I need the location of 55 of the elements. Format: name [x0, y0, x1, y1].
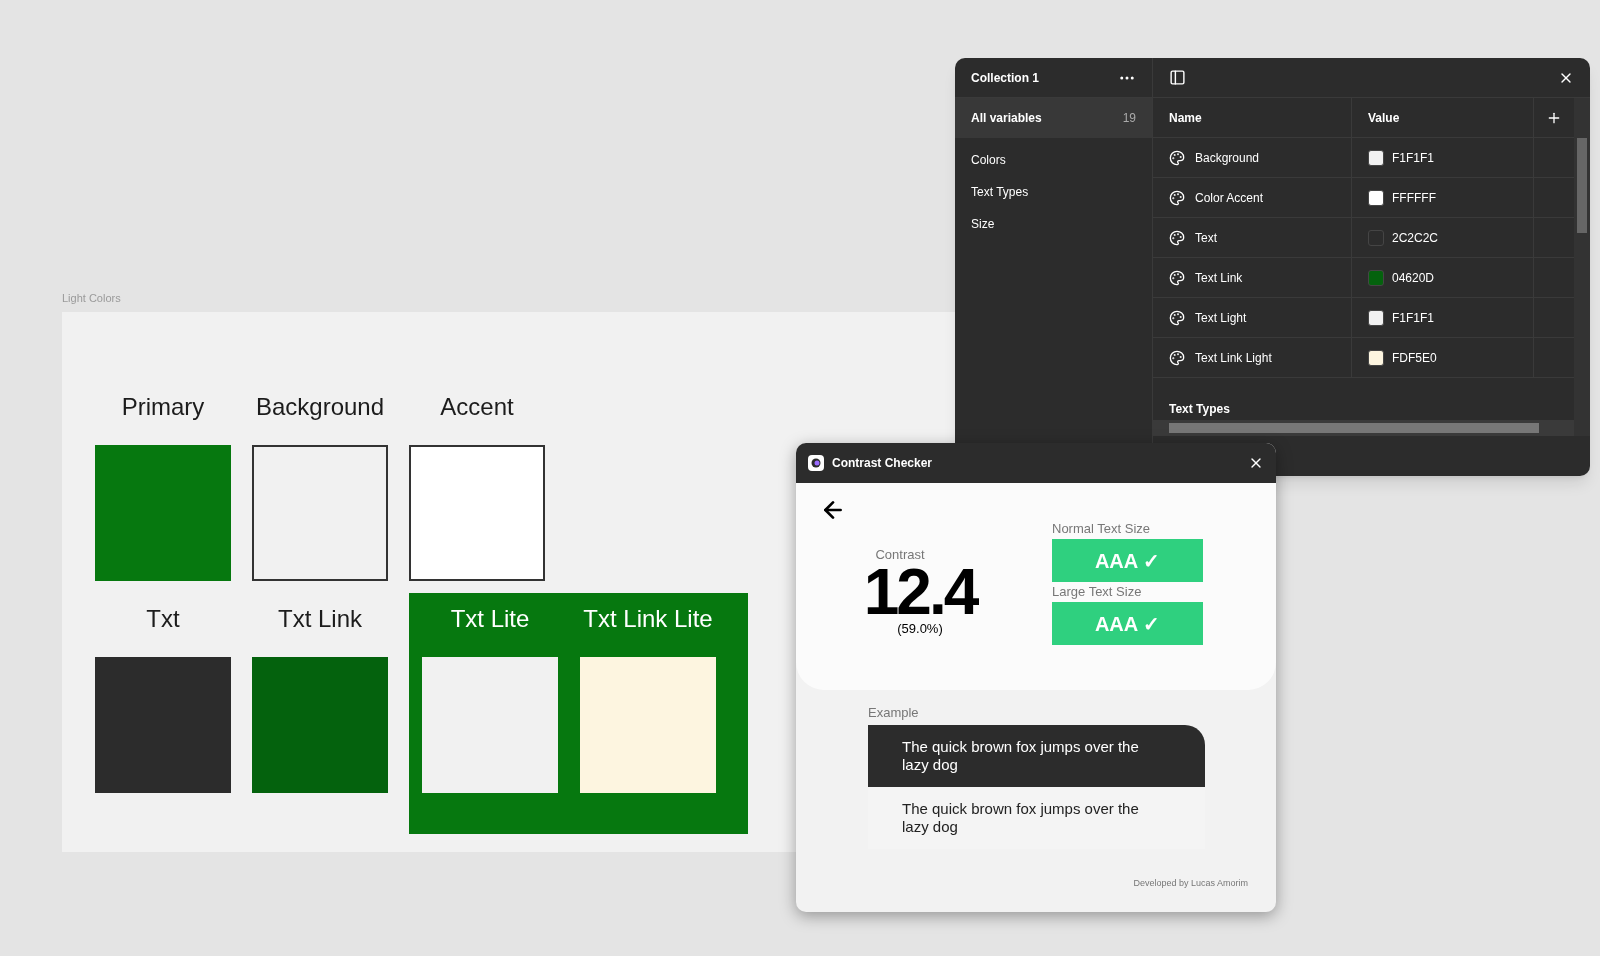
palette-icon — [1169, 349, 1185, 366]
palette-icon — [1169, 229, 1185, 246]
color-chip[interactable] — [1368, 229, 1384, 246]
sidebar-item[interactable]: Text Types — [955, 176, 1152, 208]
variable-name[interactable]: Color Accent — [1195, 188, 1264, 207]
palette-icon — [1169, 149, 1185, 166]
section-heading: Text Types — [1169, 401, 1230, 418]
column-header: Name — [1153, 98, 1352, 137]
swatch-label: Primary — [121, 392, 205, 422]
variable-value[interactable]: 04620D — [1392, 268, 1435, 287]
color-chip[interactable] — [1368, 269, 1384, 286]
variable-value[interactable]: F1F1F1 — [1392, 308, 1434, 327]
variable-value[interactable]: FFFFFF — [1392, 188, 1436, 207]
variable-name[interactable]: Background — [1195, 148, 1260, 167]
sidebar-toggle-icon[interactable] — [1169, 69, 1186, 86]
color-chip[interactable] — [1368, 189, 1384, 206]
contrast-label: Contrast — [875, 546, 925, 564]
horizontal-scrollbar[interactable] — [1153, 420, 1574, 436]
swatch-label: Accent — [440, 392, 514, 422]
swatch-label: Txt — [146, 604, 180, 634]
grade-badge: AAA ✓ — [1052, 602, 1203, 645]
column-header: Value — [1352, 98, 1534, 137]
variable-name[interactable]: Text Light — [1195, 308, 1247, 327]
variable-name[interactable]: Text Link — [1195, 268, 1243, 287]
swatch-label: Background — [255, 392, 385, 422]
variable-value[interactable]: 2C2C2C — [1392, 228, 1439, 247]
frame-label: Light Colors — [62, 291, 121, 306]
palette-icon — [1169, 309, 1185, 326]
palette-icon — [1169, 189, 1185, 206]
color-chip[interactable] — [1368, 149, 1384, 166]
sidebar-item[interactable]: Colors — [955, 144, 1152, 176]
swatch-label: Txt Lite — [450, 604, 530, 634]
variable-value[interactable]: FDF5E0 — [1392, 348, 1437, 367]
collection-title: Collection 1 — [971, 69, 1039, 87]
sidebar-item[interactable]: All variables 19 — [955, 98, 1152, 138]
color-chip[interactable] — [1368, 309, 1384, 326]
sidebar-item[interactable]: Size — [955, 208, 1152, 240]
grade-badge: AAA ✓ — [1052, 539, 1203, 582]
palette-icon — [1169, 269, 1185, 286]
plugin-logo-icon — [808, 455, 824, 471]
vertical-scrollbar[interactable] — [1574, 98, 1590, 436]
developer-credit: Developed by Lucas Amorim — [1133, 876, 1248, 890]
size-label: Large Text Size — [1052, 583, 1143, 601]
contrast-percent: (59.0%) — [897, 619, 943, 638]
example-text: The quick brown fox jumps over the lazy dog — [868, 725, 1205, 787]
variable-name[interactable]: Text Link Light — [1195, 348, 1272, 367]
contrast-ratio: 12.4 — [863, 564, 977, 619]
color-chip[interactable] — [1368, 349, 1384, 366]
example-label: Example — [868, 705, 920, 721]
swatch-label: Txt Link — [278, 604, 362, 634]
swatch-label: Txt Link Lite — [583, 604, 713, 634]
size-label: Normal Text Size — [1052, 520, 1151, 538]
variable-name[interactable]: Text — [1195, 228, 1217, 247]
window-title: Contrast Checker — [832, 455, 933, 472]
variable-value[interactable]: F1F1F1 — [1392, 148, 1434, 167]
